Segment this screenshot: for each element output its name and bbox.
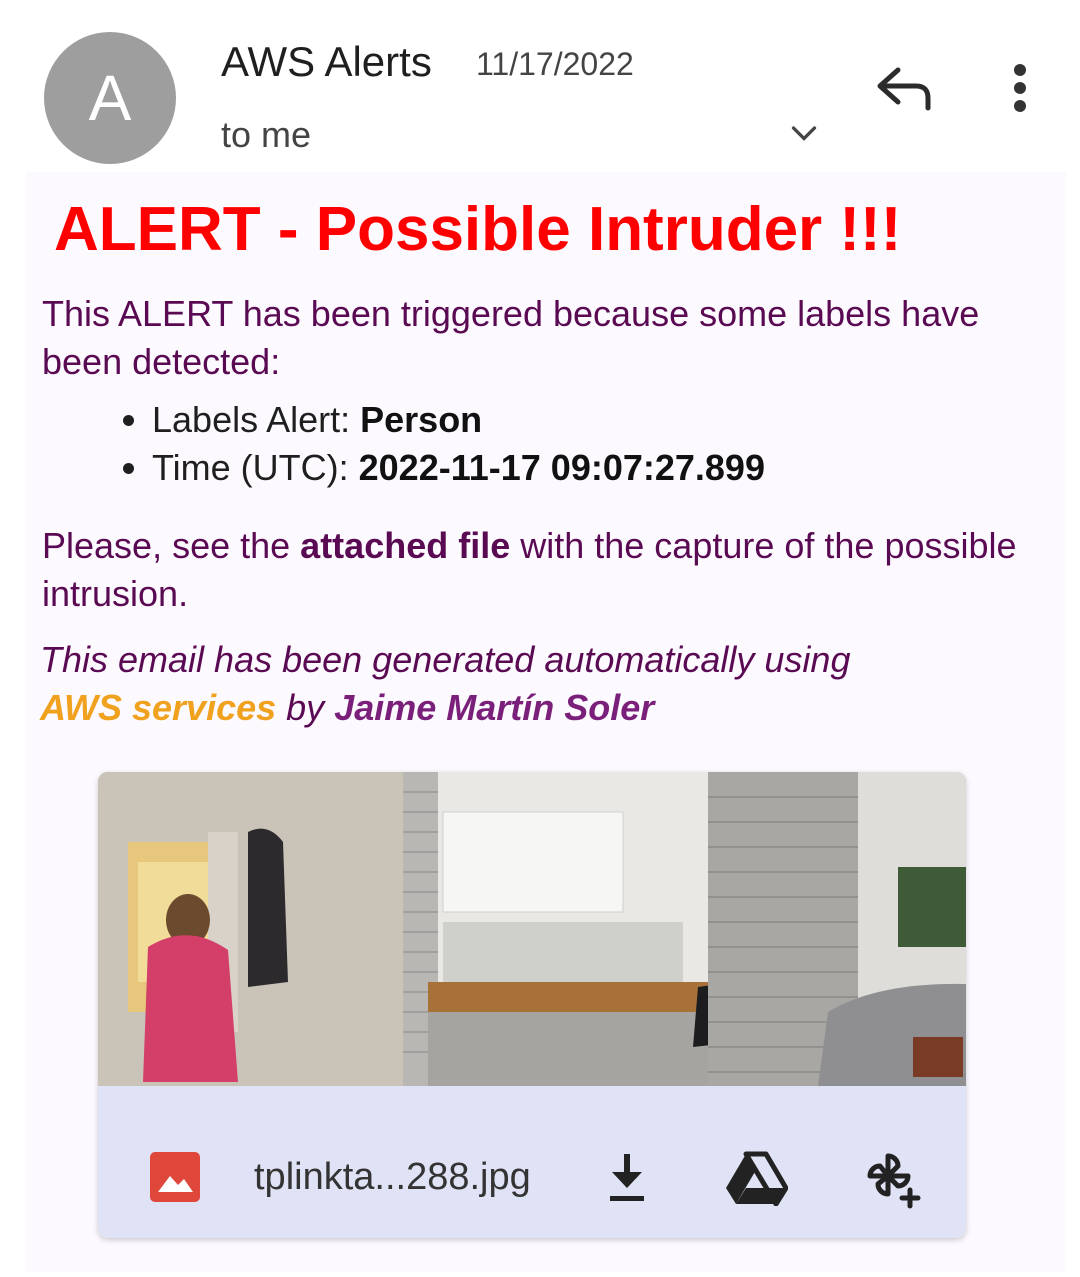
attached-file-emphasis: attached file — [300, 525, 511, 566]
intro-paragraph: This ALERT has been triggered because so… — [42, 293, 980, 382]
recipient-redaction — [324, 92, 780, 164]
attachment-paragraph: Please, see the attached file with the c… — [42, 522, 1022, 618]
drive-icon[interactable] — [724, 1150, 788, 1206]
list-item: Labels Alert: Person — [152, 396, 765, 444]
please-text-start: Please, see the — [42, 525, 301, 566]
footer-note: This email has been generated automatica… — [40, 636, 1040, 732]
time-value: 2022-11-17 09:07:27.899 — [358, 447, 765, 488]
more-vert-icon[interactable] — [1000, 60, 1040, 120]
footer-by: by — [276, 687, 335, 728]
list-item: Time (UTC): 2022-11-17 09:07:27.899 — [152, 444, 765, 492]
download-icon[interactable] — [602, 1150, 652, 1204]
attachment-card[interactable]: tplinkta...288.jpg — [98, 772, 966, 1238]
attachment-toolbar: tplinkta...288.jpg — [98, 1086, 966, 1238]
recipient-line[interactable]: to me — [221, 114, 311, 156]
image-file-icon — [150, 1152, 200, 1202]
sender-name[interactable]: AWS Alerts — [221, 38, 432, 86]
aws-services-link[interactable]: AWS services — [40, 687, 276, 728]
time-label: Time (UTC): — [152, 447, 359, 488]
author-name: Jaime Martín Soler — [334, 687, 655, 728]
attachment-filename[interactable]: tplinkta...288.jpg — [254, 1156, 531, 1199]
avatar-letter: A — [88, 62, 132, 134]
labels-alert-label: Labels Alert: — [152, 399, 361, 440]
reply-icon[interactable] — [870, 64, 940, 114]
alert-title: ALERT - Possible Intruder !!! — [54, 195, 902, 264]
add-to-photos-icon[interactable] — [858, 1146, 922, 1210]
footer-line: This email has been generated automatica… — [40, 639, 851, 680]
attachment-preview-image[interactable] — [98, 772, 966, 1086]
chevron-down-icon[interactable] — [786, 116, 822, 152]
sender-avatar[interactable]: A — [44, 32, 176, 164]
labels-alert-value: Person — [360, 399, 483, 440]
alert-details-list: Labels Alert: Person Time (UTC): 2022-11… — [110, 396, 765, 492]
email-date: 11/17/2022 — [476, 46, 634, 82]
